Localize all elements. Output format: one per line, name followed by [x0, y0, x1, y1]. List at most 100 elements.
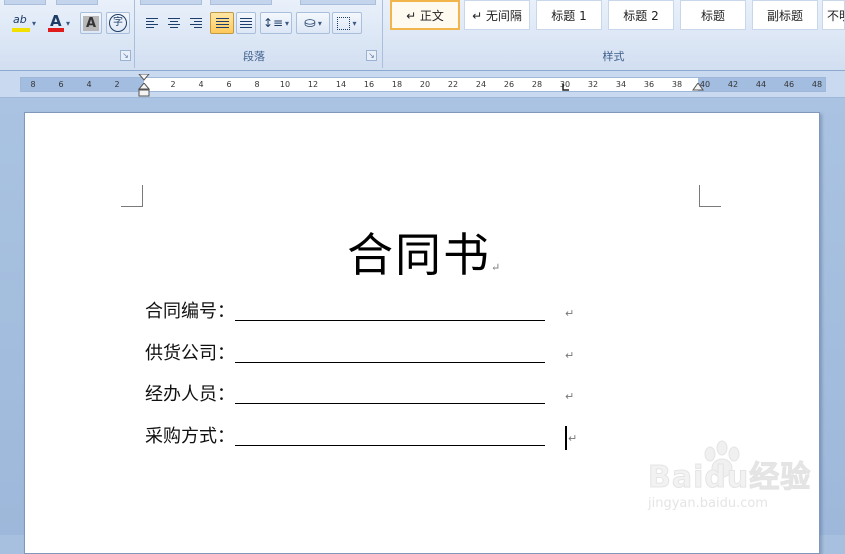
distributed-icon	[240, 18, 252, 28]
distributed-button[interactable]	[236, 12, 256, 34]
field-underline[interactable]	[235, 362, 545, 363]
ruler-number: 4	[198, 80, 204, 89]
line-spacing-button[interactable]: ↕≡ ▾	[260, 12, 292, 34]
ruler-number: 8	[30, 80, 36, 89]
document-canvas: 合同书↵ 合同编号： ↵ 供货公司： ↵ 经办人员： ↵ 采购方式： ↵ Bai…	[0, 98, 845, 554]
font-dialog-launcher-icon[interactable]: ↘	[120, 50, 131, 61]
ribbon-cut-row	[4, 0, 46, 5]
paragraph-mark: ↵	[565, 349, 575, 362]
hanging-indent-handle[interactable]	[138, 83, 150, 97]
ribbon: ab ▾ A ▾ A 字 ↘ ↕≡ ▾ ⛀ ▾ ▾ 段落 ↘ ↵ 正文 ↵ 无间…	[0, 0, 845, 71]
field-label: 经办人员：	[145, 384, 235, 405]
chevron-down-icon: ▾	[352, 18, 357, 28]
ruler-number: 2	[114, 80, 120, 89]
ruler-number: 48	[811, 80, 823, 89]
chevron-down-icon: ▾	[31, 18, 36, 28]
field-underline[interactable]	[235, 445, 545, 446]
ruler-number: 20	[419, 80, 431, 89]
right-indent-handle[interactable]	[692, 83, 704, 93]
field-label: 供货公司：	[145, 343, 235, 364]
character-shading-button[interactable]: A	[80, 12, 102, 34]
margin-corner-top-left	[121, 185, 143, 207]
field-row-contract-number[interactable]: 合同编号：	[145, 299, 545, 325]
ruler-number: 42	[727, 80, 739, 89]
ribbon-cut-row	[210, 0, 272, 5]
font-color-button[interactable]: A ▾	[44, 12, 74, 34]
style-subtle-emphasis[interactable]: 不明	[822, 0, 845, 30]
ruler-number: 10	[279, 80, 291, 89]
ruler-number: 18	[391, 80, 403, 89]
justify-button[interactable]	[210, 12, 234, 34]
ruler-number: 28	[531, 80, 543, 89]
paragraph-mark: ↵	[491, 261, 503, 274]
enclose-characters-icon: 字	[109, 14, 127, 32]
style-title[interactable]: 标题	[680, 0, 746, 30]
paragraph-dialog-launcher-icon[interactable]: ↘	[366, 50, 377, 61]
tab-stop-marker[interactable]	[562, 84, 570, 92]
field-row-supplier[interactable]: 供货公司：	[145, 341, 545, 367]
watermark-brand: Baidu经验	[647, 460, 812, 496]
field-label: 合同编号：	[145, 301, 235, 322]
paint-bucket-icon: ⛀	[304, 15, 316, 31]
ruler-number: 6	[58, 80, 64, 89]
ruler-number: 34	[615, 80, 627, 89]
margin-corner-top-right	[699, 185, 721, 207]
paragraph-mark: ↵	[565, 390, 575, 403]
character-shading-icon: A	[82, 15, 100, 31]
ruler-number: 46	[783, 80, 795, 89]
ruler-number: 4	[86, 80, 92, 89]
ribbon-cut-row	[140, 0, 202, 5]
style-no-spacing[interactable]: ↵ 无间隔	[464, 0, 530, 30]
align-center-icon	[168, 18, 180, 28]
ruler-number: 12	[307, 80, 319, 89]
font-color-icon: A	[47, 12, 64, 32]
ruler-number: 32	[587, 80, 599, 89]
align-left-button[interactable]	[142, 12, 162, 34]
align-center-button[interactable]	[164, 12, 184, 34]
ruler-number: 16	[363, 80, 375, 89]
ruler-number: 24	[475, 80, 487, 89]
highlighter-icon: ab	[11, 13, 30, 32]
ruler-number: 38	[671, 80, 683, 89]
paragraph-mark: ↵	[568, 432, 578, 445]
align-right-icon	[190, 18, 202, 28]
align-left-icon	[146, 18, 158, 28]
field-underline[interactable]	[235, 320, 545, 321]
style-normal[interactable]: ↵ 正文	[390, 0, 460, 30]
field-row-purchase-method[interactable]: 采购方式：	[145, 424, 545, 450]
paragraph-mark: ↵	[565, 307, 575, 320]
chevron-down-icon: ▾	[285, 18, 290, 28]
horizontal-ruler[interactable]: 8 6 4 2 2 4 6 8 10 12 14 16 18 20 22 24 …	[0, 71, 845, 98]
ruler-number: 2	[170, 80, 176, 89]
paragraph-group-label: 段落	[243, 50, 265, 63]
ruler-number: 44	[755, 80, 767, 89]
chevron-down-icon: ▾	[65, 18, 70, 28]
ruler-number: 36	[643, 80, 655, 89]
align-right-button[interactable]	[186, 12, 206, 34]
styles-group-label: 样式	[602, 50, 625, 63]
ruler-number: 14	[335, 80, 347, 89]
ruler-number: 8	[254, 80, 260, 89]
justify-icon	[215, 18, 229, 28]
ribbon-cut-row	[300, 0, 376, 5]
document-title[interactable]: 合同书↵	[347, 225, 502, 298]
field-row-handler[interactable]: 经办人员：	[145, 382, 545, 408]
borders-icon	[337, 16, 351, 30]
ruler-number: 26	[503, 80, 515, 89]
watermark-url: jingyan.baidu.com	[648, 496, 768, 511]
text-cursor	[565, 426, 567, 450]
ruler-number: 22	[447, 80, 459, 89]
ribbon-cut-row	[56, 0, 98, 5]
shading-button[interactable]: ⛀ ▾	[296, 12, 330, 34]
enclose-characters-button[interactable]: 字	[106, 12, 130, 34]
chevron-down-icon: ▾	[317, 18, 322, 28]
style-subtitle[interactable]: 副标题	[752, 0, 818, 30]
field-underline[interactable]	[235, 403, 545, 404]
field-label: 采购方式：	[145, 426, 235, 447]
borders-button[interactable]: ▾	[332, 12, 362, 34]
line-spacing-icon: ↕≡	[262, 16, 284, 30]
baidu-jingyan-watermark: Baidu经验 jingyan.baidu.com	[647, 440, 838, 520]
style-heading-2[interactable]: 标题 2	[608, 0, 674, 30]
style-heading-1[interactable]: 标题 1	[536, 0, 602, 30]
text-highlight-button[interactable]: ab ▾	[6, 12, 42, 34]
